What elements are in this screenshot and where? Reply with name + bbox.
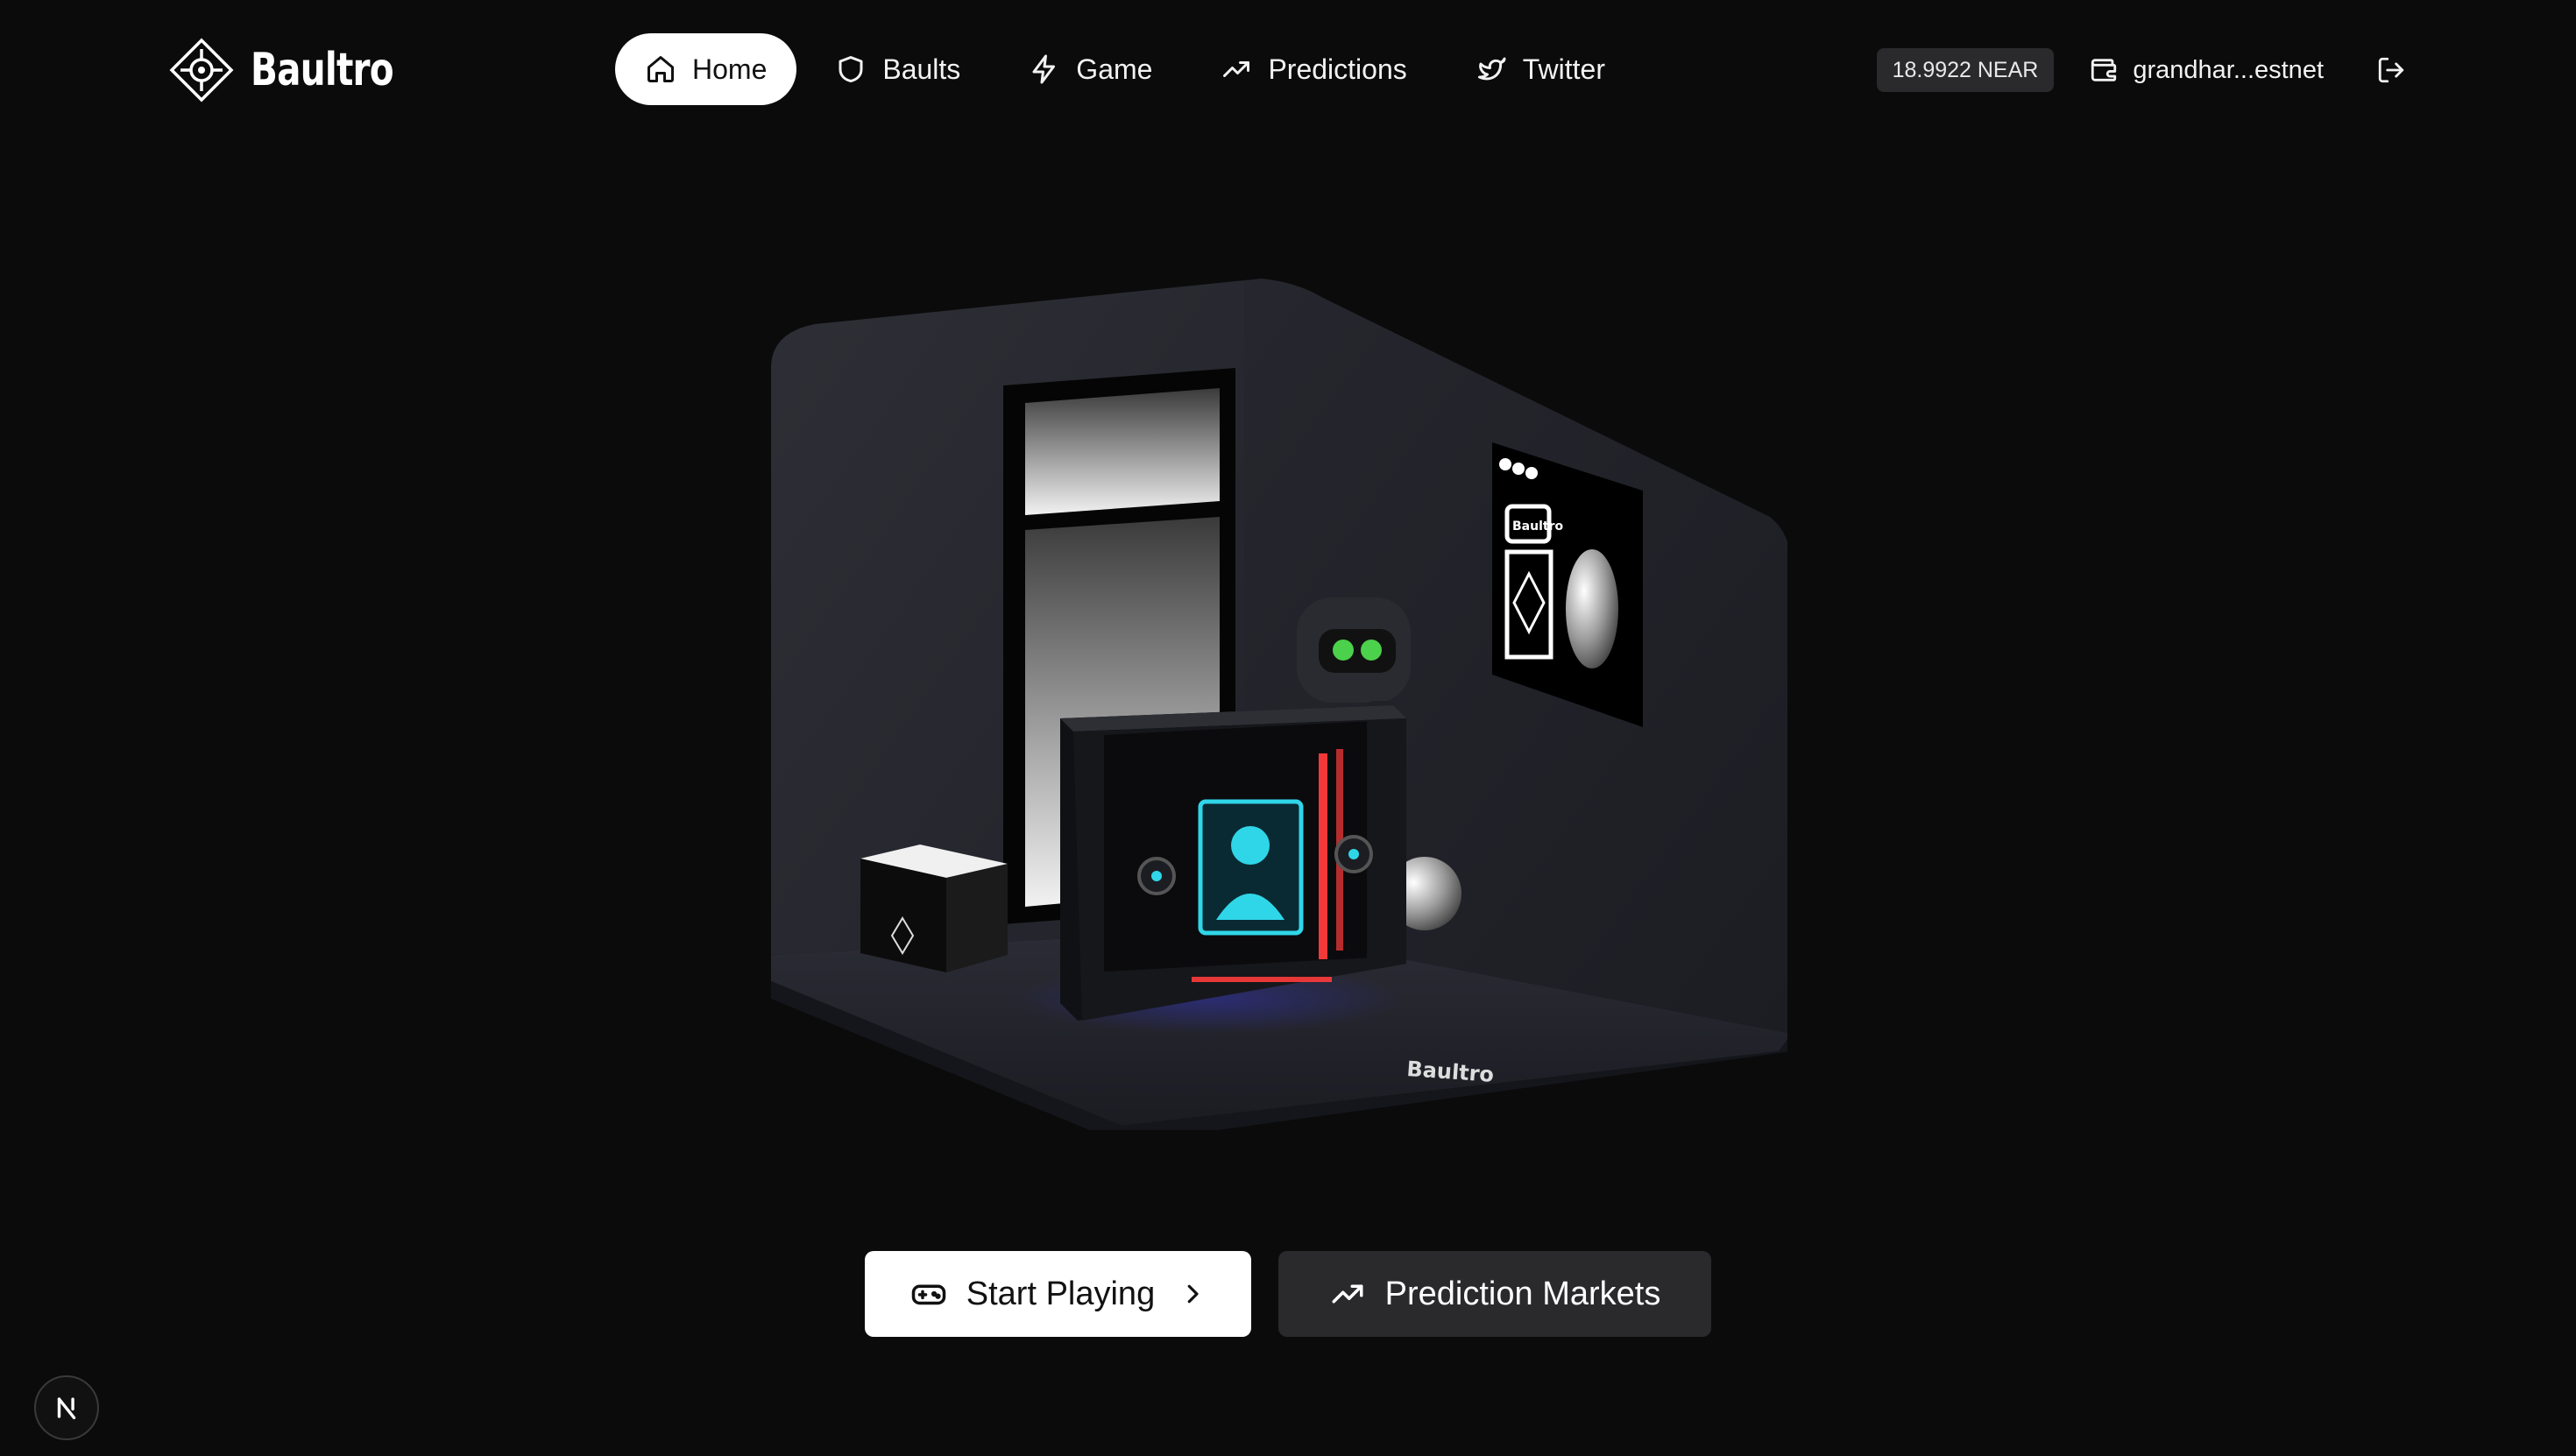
baultro-logo-icon — [169, 38, 234, 102]
nav-item-baults[interactable]: Baults — [805, 33, 990, 105]
prediction-markets-label: Prediction Markets — [1384, 1275, 1661, 1312]
poster-brand-text: Baultro — [1512, 519, 1563, 534]
nav-item-predictions[interactable]: Predictions — [1191, 33, 1436, 105]
lightning-icon — [1032, 54, 1056, 84]
start-playing-label: Start Playing — [966, 1275, 1156, 1312]
brand-logo-link[interactable]: Baultro — [168, 35, 434, 105]
trending-up-icon — [1223, 61, 1250, 77]
start-playing-button[interactable]: Start Playing — [865, 1251, 1251, 1337]
near-balance-badge: 18.9922 NEAR — [1876, 48, 2055, 92]
hero-room-illustration: Baultro Baultro — [754, 263, 1792, 1143]
home-icon — [648, 56, 674, 82]
account-area: 18.9922 NEAR grandhar...estnet — [1876, 35, 2406, 105]
nav-item-predictions-label: Predictions — [1268, 53, 1407, 85]
shield-icon — [839, 56, 863, 82]
brand-name: Baultro — [251, 44, 394, 96]
wallet-address: grandhar...estnet — [2133, 55, 2324, 84]
prediction-markets-button[interactable]: Prediction Markets — [1278, 1251, 1711, 1337]
chevron-right-icon — [1187, 1284, 1199, 1304]
room-scene-svg: Baultro Baultro — [771, 279, 1792, 1143]
logout-button[interactable] — [2376, 55, 2406, 85]
nextjs-icon — [57, 1397, 76, 1420]
twitter-icon — [1477, 57, 1506, 81]
nav-item-home-label: Home — [692, 53, 768, 85]
nav-item-baults-label: Baults — [882, 53, 961, 85]
floor-cube — [860, 845, 1008, 972]
nav-item-game-label: Game — [1076, 53, 1153, 85]
nav-item-twitter-label: Twitter — [1522, 53, 1605, 85]
nav-item-game[interactable]: Game — [999, 33, 1182, 105]
main-nav: Home Baults Game Predictions Twitter — [615, 33, 1635, 105]
wallet-icon — [2091, 59, 2117, 81]
top-navbar: Baultro Home Baults Game Predictions Twi… — [0, 0, 2576, 140]
nav-item-home[interactable]: Home — [615, 33, 797, 105]
logout-icon — [2378, 57, 2404, 83]
wallet-button[interactable]: grandhar...estnet — [2089, 55, 2324, 85]
app-page: Baultro Home Baults Game Predictions Twi… — [0, 0, 2576, 1456]
gamepad-icon — [911, 1284, 946, 1305]
trending-up-icon — [1332, 1284, 1363, 1304]
nav-item-twitter[interactable]: Twitter — [1446, 33, 1635, 105]
nextjs-dev-badge[interactable] — [34, 1375, 99, 1440]
